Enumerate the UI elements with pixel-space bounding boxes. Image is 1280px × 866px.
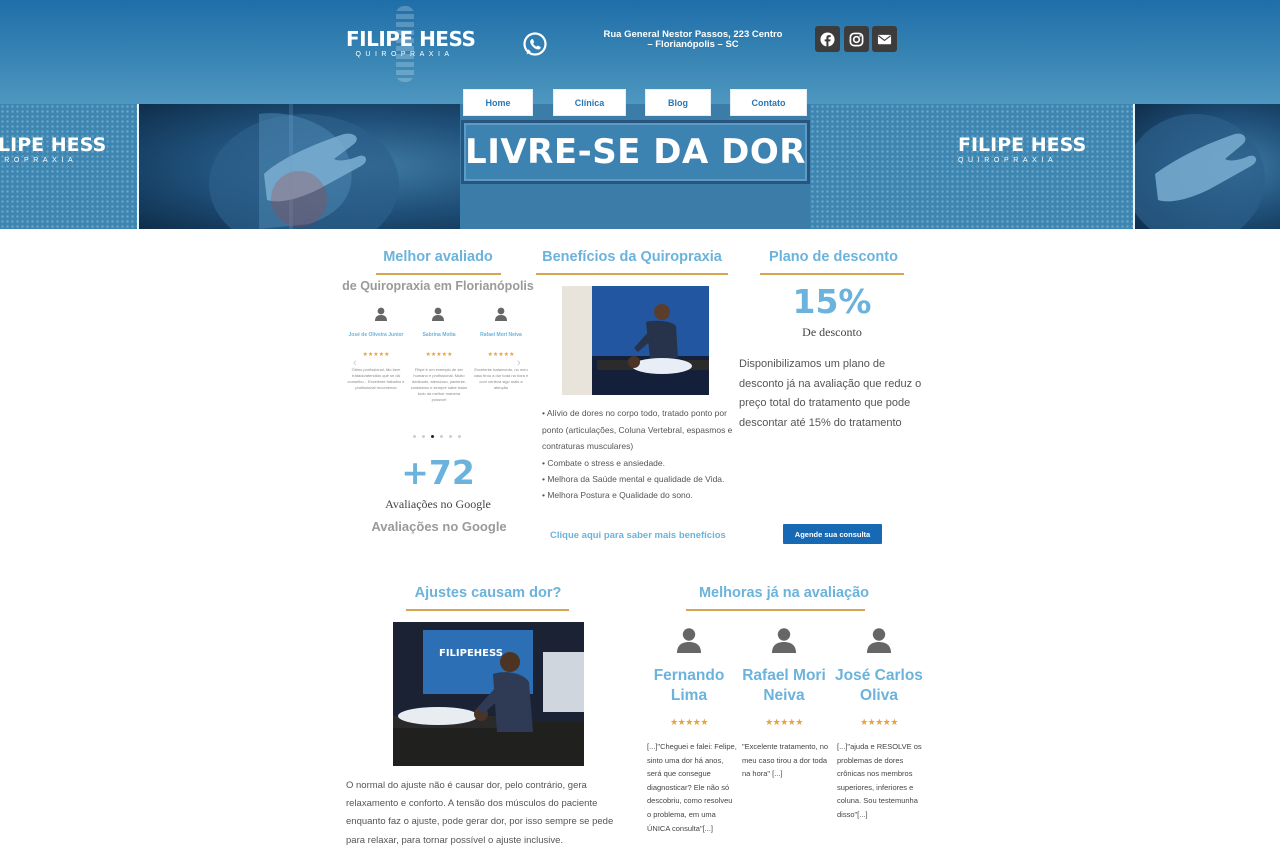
carousel-dot-active[interactable] bbox=[431, 435, 434, 438]
banner-pattern-right bbox=[810, 104, 1133, 229]
adjust-title: Ajustes causam dor? bbox=[414, 585, 562, 601]
carousel-review-text: Ótimo profissional, tão bem tratado/aten… bbox=[347, 367, 405, 390]
adjustment-illustration bbox=[393, 622, 584, 766]
nav-home[interactable]: Home bbox=[463, 89, 533, 116]
back-pain-photo-repeat bbox=[1125, 104, 1280, 229]
whatsapp-icon[interactable] bbox=[522, 31, 548, 57]
carousel-name: José de Oliveira Junior bbox=[348, 332, 404, 338]
logo-tagline: QUIROPRAXIA bbox=[355, 51, 454, 58]
headline-box: LIVRE-SE DA DOR bbox=[461, 120, 810, 184]
discount-value: 15% bbox=[792, 282, 872, 321]
user-avatar-icon bbox=[432, 307, 444, 321]
carousel-dot[interactable] bbox=[458, 435, 461, 438]
review-count: +72 bbox=[401, 453, 475, 492]
chiropractic-session-photo bbox=[562, 286, 709, 395]
carousel-prev-icon[interactable]: ‹ bbox=[353, 357, 357, 369]
title-underline bbox=[406, 609, 569, 611]
user-avatar-icon bbox=[677, 628, 701, 653]
back-pain-illustration bbox=[1125, 114, 1265, 229]
carousel-dot[interactable] bbox=[413, 435, 416, 438]
user-avatar-icon bbox=[375, 307, 387, 321]
benefit-item: • Melhora Postura e Qualidade do sono. bbox=[542, 490, 693, 500]
site-header: FILIPE HESS QUIROPRAXIA Rua General Nest… bbox=[0, 0, 1280, 104]
carousel-name: Sabrina Motta bbox=[422, 332, 456, 338]
address-text: Rua General Nestor Passos, 223 Centro – … bbox=[603, 29, 783, 50]
best-rated-title: Melhor avaliado bbox=[383, 249, 493, 265]
banner-logo-left-tagline: QUIROPRAXIA bbox=[0, 157, 78, 164]
user-avatar-icon bbox=[867, 628, 891, 653]
banner-logo-right-tagline: QUIROPRAXIA bbox=[958, 157, 1058, 164]
carousel-dot[interactable] bbox=[422, 435, 425, 438]
review-stars: ★★★★★ bbox=[765, 717, 803, 727]
carousel-review-text: Filipe é um exemplo de ser humano e prof… bbox=[410, 367, 468, 402]
google-reviews-label: Avaliações no Google bbox=[371, 519, 507, 534]
logo-name: FILIPE HESS bbox=[346, 27, 476, 51]
reviewer-name: Rafael Mori Neiva bbox=[742, 667, 826, 704]
user-avatar-icon bbox=[495, 307, 507, 321]
best-rated-subtitle: de Quiropraxia em Florianópolis bbox=[342, 279, 534, 293]
discount-label: De desconto bbox=[802, 325, 862, 339]
adjustment-photo: FILIPEHESS bbox=[393, 622, 584, 766]
discount-text: Disponibilizamos um plano de desconto já… bbox=[739, 358, 922, 429]
benefit-item: • Combate o stress e ansiedade. bbox=[542, 458, 665, 468]
discount-title: Plano de desconto bbox=[769, 249, 898, 265]
review-stars: ★★★★★ bbox=[860, 717, 898, 727]
improvements-title: Melhoras já na avaliação bbox=[698, 585, 870, 601]
banner-pattern-left bbox=[0, 104, 137, 229]
carousel-stars: ★★★★★ bbox=[487, 352, 515, 358]
instagram-button[interactable] bbox=[844, 26, 869, 52]
benefit-item: • Alívio de dores no corpo todo, tratado… bbox=[542, 408, 733, 451]
review-count-label: Avaliações no Google bbox=[385, 497, 491, 511]
carousel-name: Rafael Mori Neiva bbox=[480, 332, 522, 338]
banner-logo-left: FILIPE HESS QUIROPRAXIA bbox=[0, 135, 106, 166]
back-pain-photo bbox=[139, 104, 460, 229]
book-appointment-button[interactable]: Agende sua consulta bbox=[783, 524, 882, 544]
review-text: [...]"ajuda e RESOLVE os problemas de do… bbox=[837, 742, 922, 819]
title-underline bbox=[686, 609, 865, 611]
title-underline bbox=[760, 273, 904, 275]
nav-blog[interactable]: Blog bbox=[645, 89, 711, 116]
headline: LIVRE-SE DA DOR bbox=[465, 132, 806, 172]
photo-wall-logo: FILIPEHESS bbox=[439, 648, 503, 659]
carousel-next-icon[interactable]: › bbox=[517, 357, 521, 369]
facebook-button[interactable] bbox=[815, 26, 840, 52]
carousel-stars: ★★★★★ bbox=[425, 352, 453, 358]
carousel-review-text: Excelente tratamento, no meu caso tirou … bbox=[473, 367, 529, 390]
review-text: "Excelente tratamento, no meu caso tirou… bbox=[742, 742, 829, 779]
banner-logo-left-name: FILIPE HESS bbox=[0, 134, 107, 156]
nav-contato[interactable]: Contato bbox=[730, 89, 807, 116]
review-text: [...]"Cheguei e falei: Felipe, sinto uma… bbox=[647, 742, 737, 833]
nav-clinica[interactable]: Clínica bbox=[553, 89, 626, 116]
instagram-icon bbox=[849, 32, 864, 46]
banner-logo-right-name: FILIPE HESS bbox=[958, 134, 1087, 156]
carousel-dot[interactable] bbox=[440, 435, 443, 438]
reviewer-name: José Carlos Oliva bbox=[835, 667, 923, 704]
user-avatar-icon bbox=[772, 628, 796, 653]
adjust-text: O normal do ajuste não é causar dor, pel… bbox=[346, 780, 614, 846]
benefits-title: Benefícios da Quiropraxia bbox=[542, 249, 722, 265]
banner-logo-right: FILIPE HESS QUIROPRAXIA bbox=[958, 135, 1086, 166]
facebook-icon bbox=[820, 31, 835, 47]
chiropractic-session-illustration bbox=[562, 286, 709, 395]
benefit-item: • Melhora da Saúde mental e qualidade de… bbox=[542, 474, 725, 484]
carousel-dot[interactable] bbox=[449, 435, 452, 438]
review-stars: ★★★★★ bbox=[670, 717, 708, 727]
email-icon bbox=[877, 34, 892, 44]
reviewer-name: Fernando Lima bbox=[653, 667, 725, 704]
back-pain-illustration bbox=[209, 104, 399, 229]
title-underline bbox=[376, 273, 501, 275]
site-logo[interactable]: FILIPE HESS QUIROPRAXIA bbox=[346, 6, 476, 82]
email-button[interactable] bbox=[872, 26, 897, 52]
more-benefits-link[interactable]: Clique aqui para saber mais benefícios bbox=[550, 530, 726, 541]
title-underline bbox=[536, 273, 728, 275]
